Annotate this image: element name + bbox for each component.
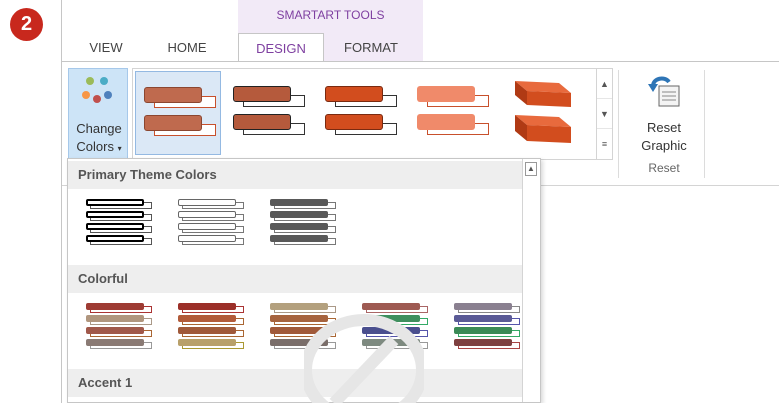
gallery-scrollbar[interactable]: ▲ ▼ ≡ <box>596 68 613 160</box>
gallery-scroll-down-icon[interactable]: ▼ <box>597 99 612 129</box>
color-option-dark-2-outline[interactable] <box>172 195 250 247</box>
tab-design[interactable]: DESIGN <box>238 33 324 62</box>
smartart-styles-gallery <box>132 68 597 160</box>
tab-view[interactable]: VIEW <box>76 33 136 62</box>
reset-graphic-button[interactable]: Reset Graphic <box>622 68 706 160</box>
gallery-more-icon[interactable]: ≡ <box>597 129 612 159</box>
step-number-badge: 2 <box>10 8 43 41</box>
style-intense-effect[interactable] <box>409 71 495 155</box>
color-option-dark-2-fill[interactable] <box>264 195 342 247</box>
gallery-scroll-up-icon[interactable]: ▲ <box>597 69 612 99</box>
color-option-colorful-3[interactable] <box>264 301 342 353</box>
group-divider <box>618 70 619 178</box>
style-3d-polished[interactable] <box>501 71 587 155</box>
style-moderate-effect[interactable] <box>317 71 403 155</box>
scroll-up-arrow-icon[interactable]: ▲ <box>525 162 537 176</box>
group-divider <box>704 70 705 178</box>
change-label: Change <box>76 121 122 136</box>
reset-label: Reset <box>647 120 681 135</box>
change-colors-button[interactable]: Change Colors ▾ <box>68 68 128 160</box>
change-colors-dropdown: Primary Theme Colors Colorful Accent 1 ▲ <box>67 158 541 403</box>
style-subtle-effect[interactable] <box>225 71 311 155</box>
tab-home[interactable]: HOME <box>152 33 222 62</box>
style-simple-fill[interactable] <box>135 71 221 155</box>
section-accent-1: Accent 1 <box>68 369 524 397</box>
3d-blocks-icon <box>515 81 571 143</box>
section-primary-theme-colors: Primary Theme Colors <box>68 161 524 189</box>
smartart-tools-label: SMARTART TOOLS <box>276 8 385 22</box>
color-option-colorful-5[interactable] <box>448 301 526 353</box>
section-colorful: Colorful <box>68 265 524 293</box>
dropdown-scrollbar[interactable]: ▲ <box>522 159 540 402</box>
graphic-label: Graphic <box>641 138 687 153</box>
color-option-colorful-2[interactable] <box>172 301 250 353</box>
color-option-colorful-1[interactable] <box>80 301 158 353</box>
color-option-colorful-4[interactable] <box>356 301 434 353</box>
tab-format[interactable]: FORMAT <box>328 33 414 62</box>
color-option-dark-1-outline[interactable] <box>80 195 158 247</box>
colors-label: Colors <box>76 139 114 154</box>
color-dots-icon <box>82 75 116 105</box>
powerpoint-window: SMARTART TOOLS VIEW HOME DESIGN FORMAT C… <box>61 0 779 403</box>
dropdown-arrow-icon: ▾ <box>117 144 122 153</box>
reset-group-label: Reset <box>648 161 680 175</box>
reset-graphic-icon <box>648 76 680 107</box>
